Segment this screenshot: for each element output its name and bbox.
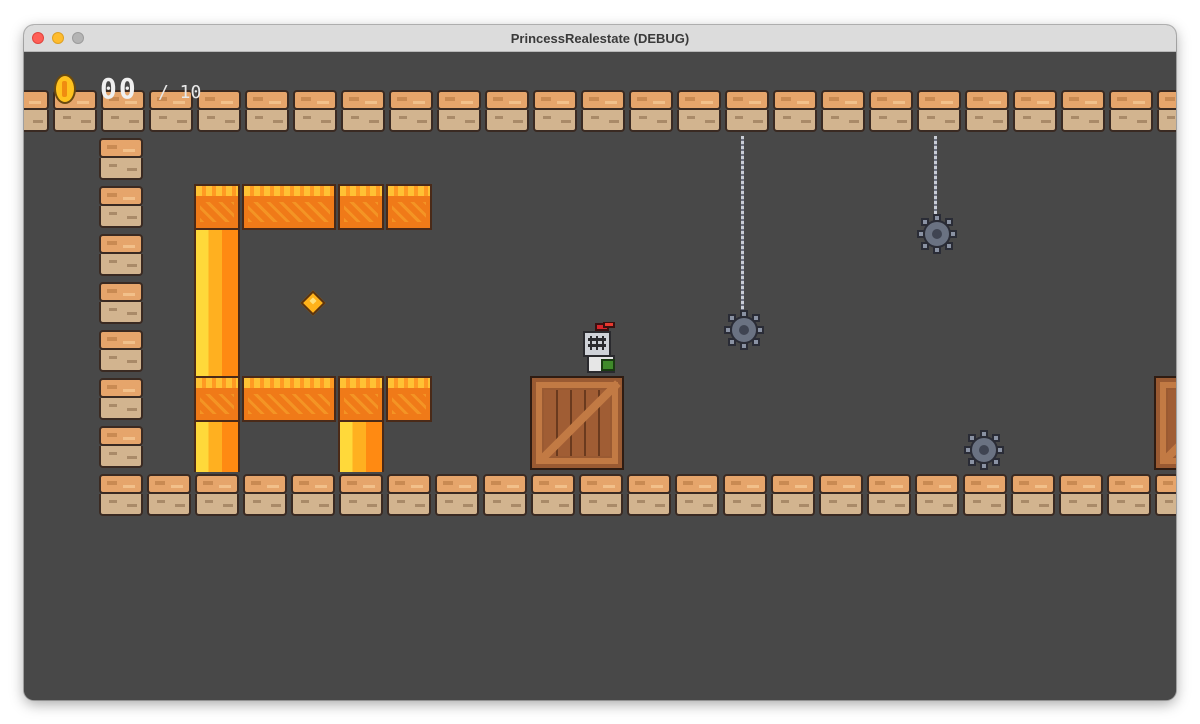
stone-tile [914, 472, 960, 518]
lava-block [338, 376, 384, 422]
mace-chain [934, 136, 937, 216]
stone-tile [1156, 88, 1176, 134]
stone-tile [1108, 88, 1154, 134]
coin-icon [54, 74, 76, 104]
stone-tile [722, 472, 768, 518]
stone-tile [98, 424, 144, 470]
stone-tile [674, 472, 720, 518]
stone-tile [1060, 88, 1106, 134]
stone-tile [676, 88, 722, 134]
stone-tile [580, 88, 626, 134]
stone-tile [194, 472, 240, 518]
spiked-mace [964, 430, 1004, 470]
stone-tile [964, 88, 1010, 134]
stone-tile [244, 88, 290, 134]
stone-tile [724, 88, 770, 134]
stone-tile [482, 472, 528, 518]
stone-tile [626, 472, 672, 518]
lava-fall [194, 230, 240, 376]
stone-tile [436, 88, 482, 134]
stone-tile [98, 136, 144, 182]
stone-tile [98, 472, 144, 518]
stone-tile [628, 88, 674, 134]
game-window: PrincessRealestate (DEBUG) 00 / 10 [24, 25, 1176, 700]
stone-tile [24, 88, 50, 134]
lava-block [242, 184, 336, 230]
lava-fall [194, 422, 240, 472]
lava-fall [338, 422, 384, 472]
stone-tile [434, 472, 480, 518]
stone-tile [578, 472, 624, 518]
stone-tile [820, 88, 866, 134]
stone-tile [98, 328, 144, 374]
orange-gem [300, 290, 326, 316]
stone-tile [98, 232, 144, 278]
coin-counter: 00 [100, 72, 138, 105]
stone-tile [146, 472, 192, 518]
lava-block [194, 184, 240, 230]
stone-tile [340, 88, 386, 134]
stone-tile [866, 472, 912, 518]
stone-tile [916, 88, 962, 134]
stone-tile [196, 88, 242, 134]
stone-tile [1106, 472, 1152, 518]
stone-tile [292, 88, 338, 134]
stone-tile [530, 472, 576, 518]
wooden-crate [1154, 376, 1176, 470]
stone-tile [386, 472, 432, 518]
stone-tile [1154, 472, 1176, 518]
stone-tile [484, 88, 530, 134]
lava-block [242, 376, 336, 422]
knight-player [583, 322, 615, 373]
wooden-crate [530, 376, 624, 470]
stone-tile [532, 88, 578, 134]
window-title: PrincessRealestate (DEBUG) [510, 31, 690, 46]
stone-tile [290, 472, 336, 518]
stone-tile [772, 88, 818, 134]
spiked-mace [724, 310, 764, 350]
lava-block [386, 184, 432, 230]
stone-tile [98, 280, 144, 326]
stone-tile [388, 88, 434, 134]
stone-tile [338, 472, 384, 518]
stone-tile [1058, 472, 1104, 518]
spiked-mace [917, 214, 957, 254]
title-bar: PrincessRealestate (DEBUG) [24, 25, 1176, 52]
mace-chain [741, 136, 744, 314]
stone-tile [98, 376, 144, 422]
stone-tile [868, 88, 914, 134]
stone-tile [1010, 472, 1056, 518]
stone-tile [1012, 88, 1058, 134]
lava-block [338, 184, 384, 230]
lava-block [386, 376, 432, 422]
stone-tile [770, 472, 816, 518]
stone-tile [98, 184, 144, 230]
stone-tile [818, 472, 864, 518]
lava-block [194, 376, 240, 422]
game-canvas[interactable]: 00 / 10 [24, 52, 1176, 700]
stone-tile [962, 472, 1008, 518]
coin-total: / 10 [158, 82, 202, 103]
stone-tile [242, 472, 288, 518]
